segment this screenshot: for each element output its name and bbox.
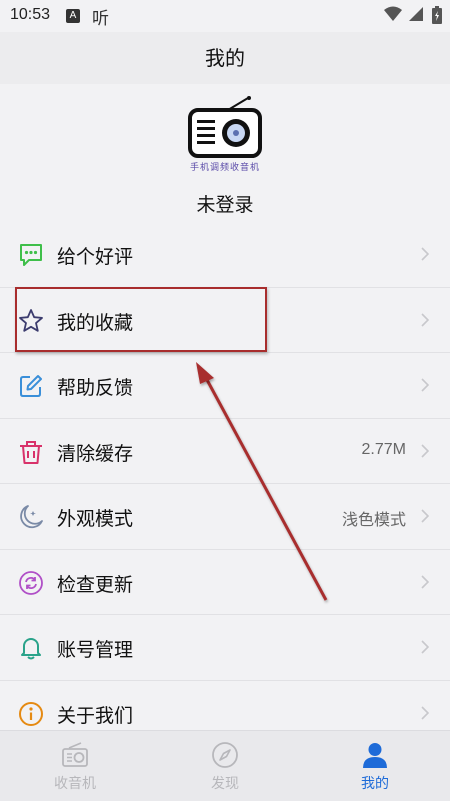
app-listen-icon: 听 (92, 9, 109, 29)
app-a-icon: A (66, 9, 80, 23)
compass-icon (212, 742, 238, 768)
menu-item-label: 给个好评 (57, 246, 134, 268)
menu-item-label: 清除缓存 (57, 442, 134, 465)
menu-item-feedback[interactable]: 帮助反馈 (0, 353, 450, 419)
appearance-mode-value: 浅色模式 (341, 512, 406, 529)
page-title: 我的 (0, 32, 450, 84)
tab-radio[interactable]: 收音机 (0, 731, 150, 801)
wifi-icon (384, 6, 402, 21)
tab-label: 发现 (211, 776, 239, 792)
annotation-highlight-box (15, 287, 267, 352)
chevron-right-icon (421, 378, 430, 392)
user-icon (363, 743, 387, 768)
menu-item-check-update[interactable]: 检查更新 (0, 550, 450, 615)
logo-caption: 手机调频收音机 (189, 163, 260, 173)
menu-item-label: 关于我们 (57, 704, 134, 727)
tab-mine[interactable]: 我的 (300, 731, 450, 801)
menu-item-label: 帮助反馈 (57, 377, 134, 399)
chevron-right-icon (421, 443, 430, 458)
message-dots-icon (20, 244, 42, 266)
chevron-right-icon (421, 509, 430, 523)
bottom-tab-bar: 收音机 发现 我的 (0, 730, 450, 801)
chevron-right-icon (421, 247, 430, 261)
radio-icon (62, 742, 88, 767)
radio-logo-icon[interactable] (188, 96, 262, 160)
menu-item-rate[interactable]: 给个好评 (0, 222, 450, 288)
menu-item-account[interactable]: 账号管理 (0, 615, 450, 681)
chevron-right-icon (421, 705, 430, 720)
cache-size-value: 2.77M (361, 440, 406, 458)
tab-label: 收音机 (54, 776, 96, 792)
refresh-circle-icon (19, 570, 43, 595)
menu-item-label: 账号管理 (57, 639, 134, 661)
bell-icon (21, 638, 41, 660)
tab-label: 我的 (361, 776, 389, 792)
tab-discover[interactable]: 发现 (150, 731, 300, 801)
moon-icon (20, 505, 43, 529)
battery-icon (432, 6, 442, 24)
menu-item-appearance[interactable]: 外观模式 浅色模式 (0, 484, 450, 550)
status-bar: 10:53 A 听 (0, 0, 450, 32)
menu-item-label: 外观模式 (57, 508, 134, 530)
info-circle-icon (19, 701, 43, 726)
trash-icon (20, 440, 42, 464)
profile-section: 手机调频收音机 未登录 (0, 84, 450, 228)
menu-item-label: 检查更新 (57, 573, 134, 596)
signal-icon (409, 7, 423, 21)
chevron-right-icon (421, 640, 430, 654)
chevron-right-icon (421, 312, 430, 327)
edit-square-icon (20, 375, 42, 397)
chevron-right-icon (421, 574, 430, 589)
login-status[interactable]: 未登录 (0, 190, 450, 217)
menu-item-clear-cache[interactable]: 清除缓存 2.77M (0, 419, 450, 484)
status-time: 10:53 (10, 6, 51, 23)
